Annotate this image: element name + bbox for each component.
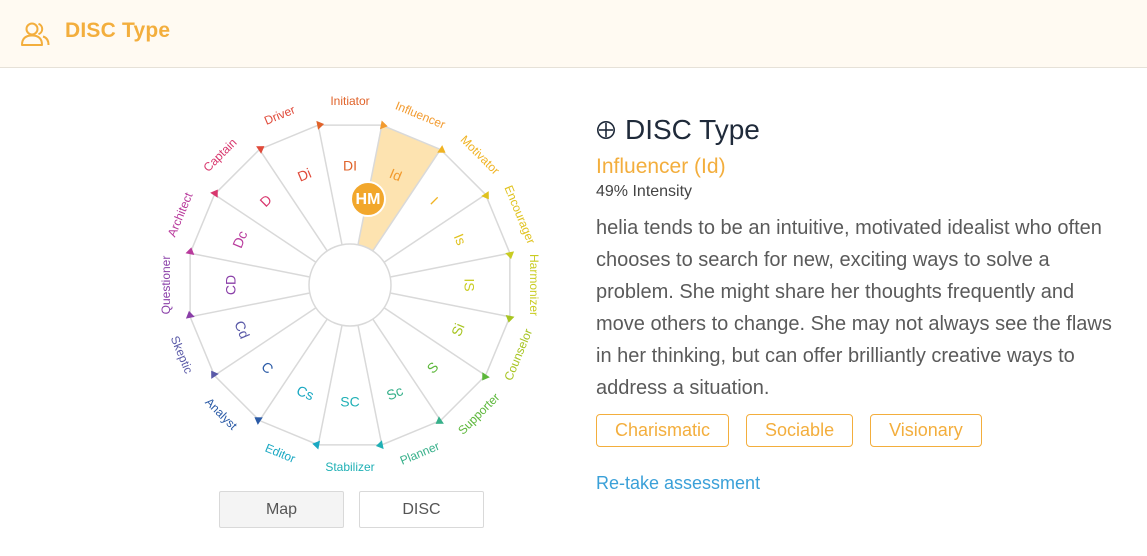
wheel-vertex-marker: [312, 440, 321, 450]
ring-label: Planner: [398, 439, 442, 468]
wheel-spoke: [317, 325, 343, 446]
user-marker-initials: HM: [356, 191, 381, 208]
segment-label[interactable]: Di: [295, 165, 313, 185]
wheel-spoke: [390, 252, 511, 278]
trait-tag[interactable]: Visionary: [870, 414, 982, 447]
ring-label: Skeptic: [168, 334, 196, 376]
wheel-vertex-marker: [211, 370, 219, 379]
segment-label[interactable]: Is: [451, 231, 470, 247]
crosshair-icon: [597, 121, 615, 139]
ring-label: Counselor: [501, 327, 535, 383]
segment-label[interactable]: IS: [461, 278, 477, 291]
map-tab-button[interactable]: Map: [219, 491, 344, 528]
ring-label: Supporter: [455, 390, 502, 437]
wheel-vertex-marker: [481, 191, 489, 200]
segment-label[interactable]: Cd: [231, 318, 253, 341]
trait-tag[interactable]: Sociable: [746, 414, 854, 447]
disc-heading-text: DISC Type: [625, 114, 760, 145]
wheel-spoke: [317, 124, 343, 245]
disc-wheel[interactable]: DI IdIIsISSiSScSCCsCCdCDDcDDiInitiator Inf…: [150, 88, 570, 488]
trait-tag[interactable]: Charismatic: [596, 414, 730, 447]
ring-label: Captain: [200, 135, 239, 174]
ring-label: Architect: [165, 190, 196, 239]
segment-label[interactable]: D: [256, 191, 274, 209]
disc-description: helia tends to be an intuitive, motivate…: [596, 217, 1112, 399]
segment-label[interactable]: CD: [223, 275, 239, 295]
ring-label: Encourager: [501, 183, 538, 246]
ring-label: Influencer: [393, 99, 447, 132]
disc-info-panel: DISC Type Influencer (Id) 49% Intensity …: [596, 112, 1136, 494]
segment-label[interactable]: S: [424, 359, 442, 377]
segment-label[interactable]: Dc: [229, 228, 250, 250]
segment-label[interactable]: Si: [448, 321, 468, 339]
disc-type-name: Influencer (Id): [596, 155, 726, 178]
page-header: DISC Type: [0, 0, 1147, 68]
segment-label[interactable]: C: [258, 358, 276, 376]
wheel-spoke: [390, 292, 511, 318]
segment-label[interactable]: Sc: [384, 382, 405, 403]
ring-label: Motivator: [458, 133, 503, 178]
wheel-spoke: [357, 325, 383, 446]
intensity-text: 49% Intensity: [596, 183, 693, 200]
page-title: DISC Type: [65, 19, 171, 42]
wheel-spoke: [189, 252, 310, 278]
wheel-center: [308, 243, 392, 327]
wheel-vertex-marker: [505, 314, 515, 323]
wheel-vertex-marker: [435, 416, 444, 424]
segment-label[interactable]: SC: [340, 394, 359, 410]
ring-label: Editor: [263, 441, 297, 466]
retake-assessment-link[interactable]: Re-take assessment: [596, 473, 1136, 494]
segment-label[interactable]: I: [427, 194, 441, 208]
ring-label: Questioner: [159, 256, 173, 315]
ring-label: Analyst: [202, 395, 240, 433]
trait-tags: Charismatic Sociable Visionary: [596, 414, 1136, 447]
wheel-spoke: [189, 292, 310, 318]
disc-heading: DISC Type: [596, 112, 1136, 148]
segment-label[interactable]: Cs: [294, 382, 316, 403]
ring-label: Driver: [262, 103, 297, 128]
wheel-vertex-marker: [256, 146, 265, 154]
ring-label: Harmonizer: [527, 254, 541, 316]
users-icon: [21, 22, 50, 46]
segment-label[interactable]: DI: [343, 158, 357, 174]
ring-label: Initiator: [330, 94, 369, 108]
ring-label: Stabilizer: [325, 460, 374, 474]
wheel-vertex-marker: [185, 247, 195, 256]
disc-tab-button[interactable]: DISC: [359, 491, 484, 528]
